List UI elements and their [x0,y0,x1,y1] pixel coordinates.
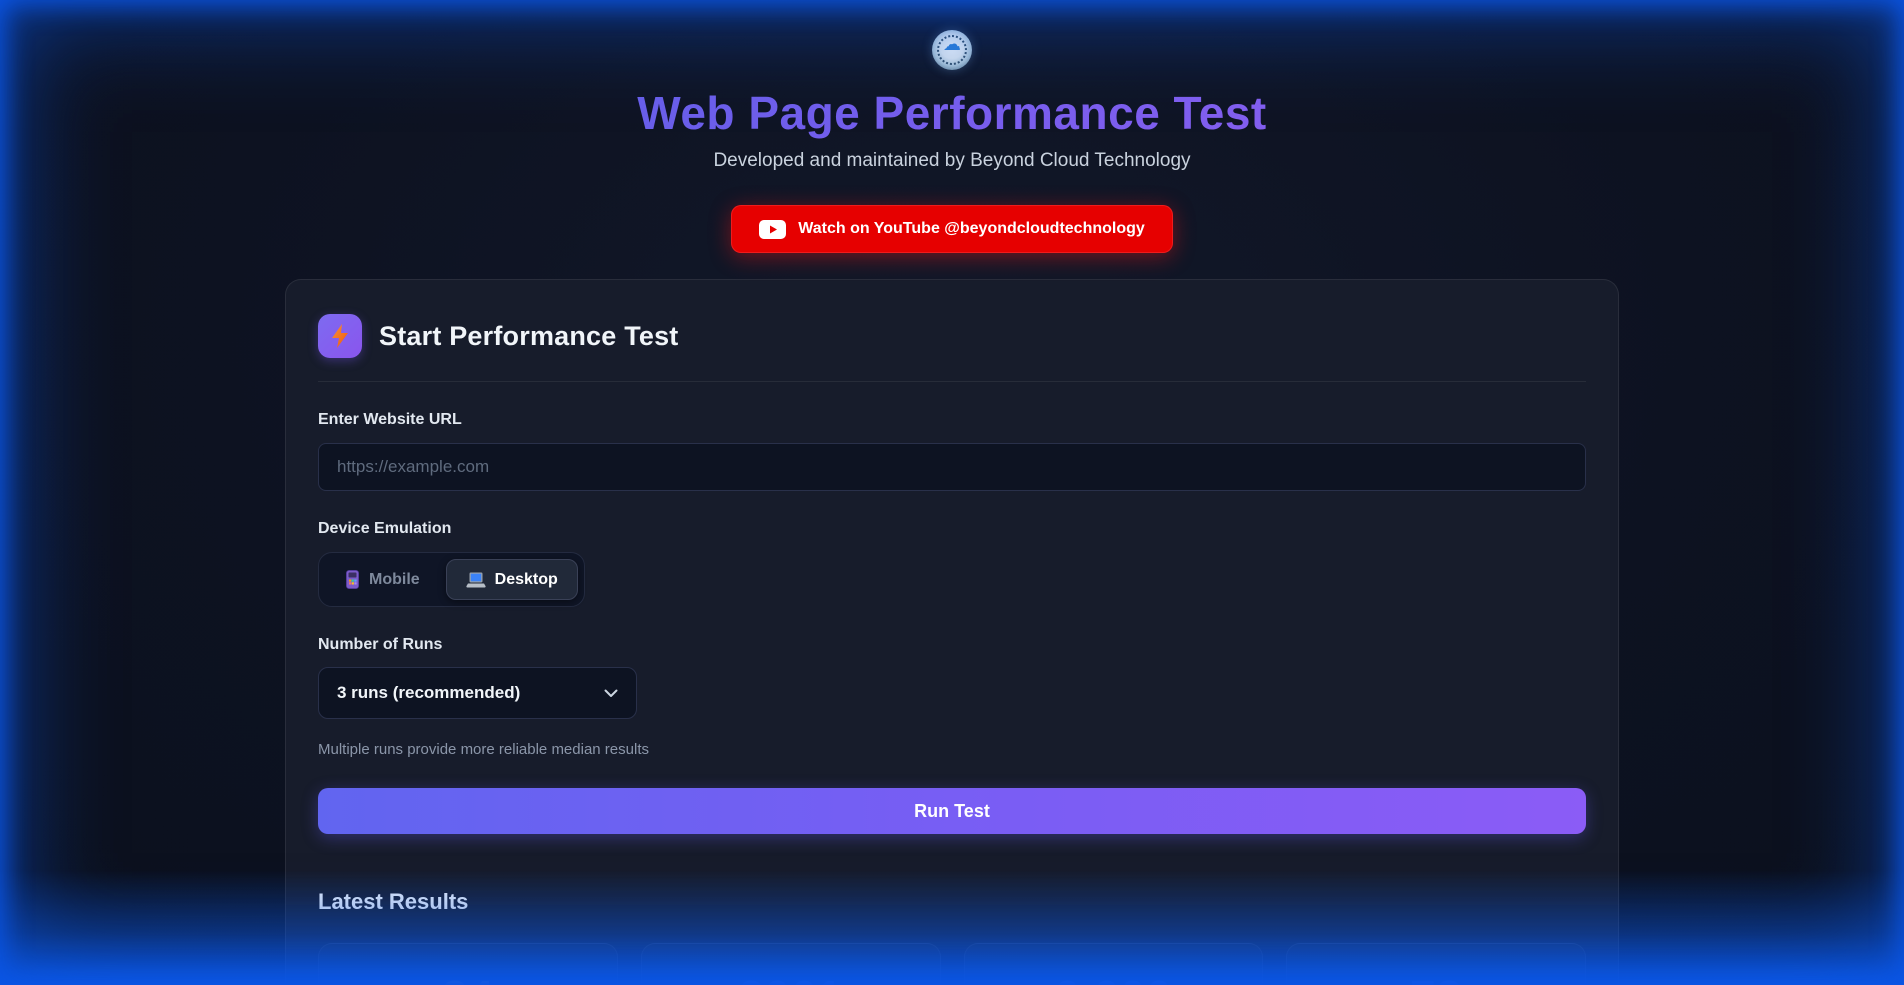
runs-label: Number of Runs [318,636,1586,654]
runs-select-value: 3 runs (recommended) [337,683,520,703]
stat-value: 0.000 [1055,970,1173,985]
device-option-mobile[interactable]: Mobile [325,559,440,600]
card-title: Start Performance Test [379,321,679,352]
youtube-button-row: Watch on YouTube @beyondcloudtechnology [285,205,1619,253]
latest-results-heading: Latest Results [318,889,1586,915]
header-divider [318,381,1586,382]
stat-value: 2061 [738,970,842,985]
hero-header: Web Page Performance Test Developed and … [285,30,1619,172]
page-subtitle: Developed and maintained by Beyond Cloud… [285,150,1619,172]
youtube-button-label: Watch on YouTube @beyondcloudtechnology [798,220,1145,238]
device-option-mobile-label: Mobile [369,571,420,589]
runs-help-text: Multiple runs provide more reliable medi… [318,741,1586,758]
device-option-desktop-label: Desktop [495,571,558,589]
stat-value: 78 [1410,970,1462,985]
url-input[interactable] [318,443,1586,491]
page-title: Web Page Performance Test [285,86,1619,140]
run-test-button[interactable]: Run Test [318,788,1586,834]
youtube-play-icon [759,220,786,239]
mobile-phone-icon [345,570,360,589]
card-header: Start Performance Test [318,314,1586,358]
stat-card: 78 [1286,943,1586,985]
performance-test-card: Start Performance Test Enter Website URL… [285,279,1619,985]
device-toggle: Mobile Desktop [318,552,585,607]
chevron-down-icon [604,689,618,698]
zap-icon [318,314,362,358]
device-emulation-label: Device Emulation [318,520,1586,538]
stat-card: 0.000 [964,943,1264,985]
runs-select[interactable]: 3 runs (recommended) [318,667,637,719]
stat-card: 2061 [641,943,941,985]
url-label: Enter Website URL [318,411,1586,429]
device-option-desktop[interactable]: Desktop [446,559,578,600]
page-container: Web Page Performance Test Developed and … [285,0,1619,985]
stats-grid: 84 2061 0.000 78 [318,943,1586,985]
laptop-icon [466,572,486,588]
stat-card: 84 [318,943,618,985]
stat-value: 84 [442,970,494,985]
youtube-button[interactable]: Watch on YouTube @beyondcloudtechnology [731,205,1173,253]
brand-logo [932,30,972,70]
